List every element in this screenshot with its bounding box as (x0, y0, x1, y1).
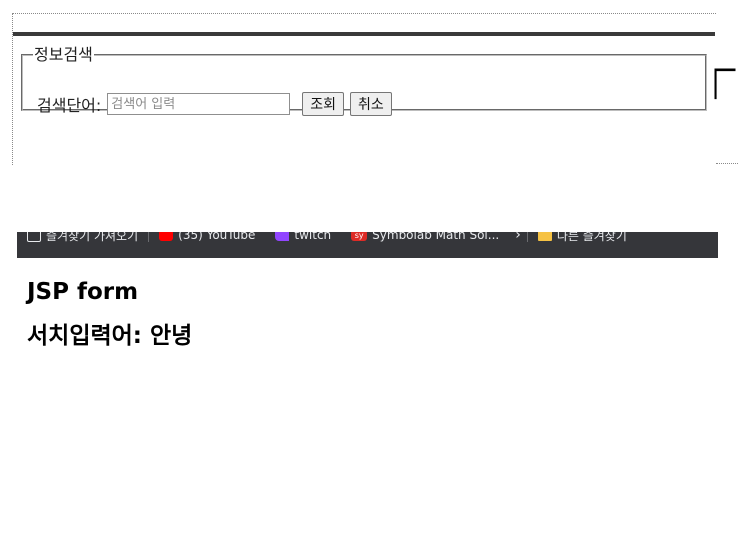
page-title: JSP form (27, 279, 139, 305)
page-content: JSP form 서치입력어: 안녕 (27, 277, 192, 351)
search-input[interactable] (107, 93, 291, 115)
browser-window: 즐겨찾기 가져오기 (35) YouTube twitch sy Symbola… (17, 232, 718, 522)
bookmark-symbolab[interactable]: sy Symbolab Math Sol... (341, 232, 509, 242)
bookmark-import-icon (27, 232, 41, 242)
bookmark-label: Symbolab Math Sol... (372, 232, 500, 242)
bookmark-import[interactable]: 즐겨찾기 가져오기 (17, 232, 148, 244)
bookmark-label: (35) YouTube (178, 232, 256, 242)
symbolab-icon: sy (351, 232, 368, 241)
clipped-side-glyph: ட (699, 65, 738, 100)
folder-icon (537, 232, 552, 241)
youtube-icon (159, 232, 174, 241)
bookmark-strip: 즐겨찾기 가져오기 (35) YouTube twitch sy Symbola… (17, 232, 637, 246)
bookmark-label: twitch (294, 232, 332, 242)
horizontal-rule (13, 32, 715, 36)
chevron-right-icon[interactable]: › (509, 232, 527, 243)
bookmark-youtube[interactable]: (35) YouTube (149, 232, 265, 242)
bookmark-bar: 즐겨찾기 가져오기 (35) YouTube twitch sy Symbola… (17, 232, 718, 258)
design-view-panel: 정보검색 검색단어: 조회 취소 ட (0, 0, 738, 170)
design-boundary-right (716, 163, 738, 164)
result-label: 서치입력어: (27, 323, 142, 349)
bookmark-label: 다른 즐겨찾기 (556, 232, 627, 243)
search-label: 검색단어: (37, 96, 102, 115)
bookmark-other-folder[interactable]: 다른 즐겨찾기 (528, 232, 637, 244)
bookmark-twitch[interactable]: twitch (265, 232, 341, 242)
result-value: 안녕 (150, 323, 193, 349)
search-fieldset: 정보검색 검색단어: 조회 취소 (21, 45, 707, 116)
cancel-button[interactable]: 취소 (350, 92, 392, 116)
search-row: 검색단어: 조회 취소 (37, 92, 392, 116)
fieldset-legend: 정보검색 (34, 45, 93, 64)
submit-button[interactable]: 조회 (302, 92, 345, 116)
result-line: 서치입력어: 안녕 (27, 321, 192, 351)
twitch-icon (275, 232, 290, 241)
design-boundary-top (12, 13, 716, 14)
bookmark-label: 즐겨찾기 가져오기 (46, 232, 139, 243)
